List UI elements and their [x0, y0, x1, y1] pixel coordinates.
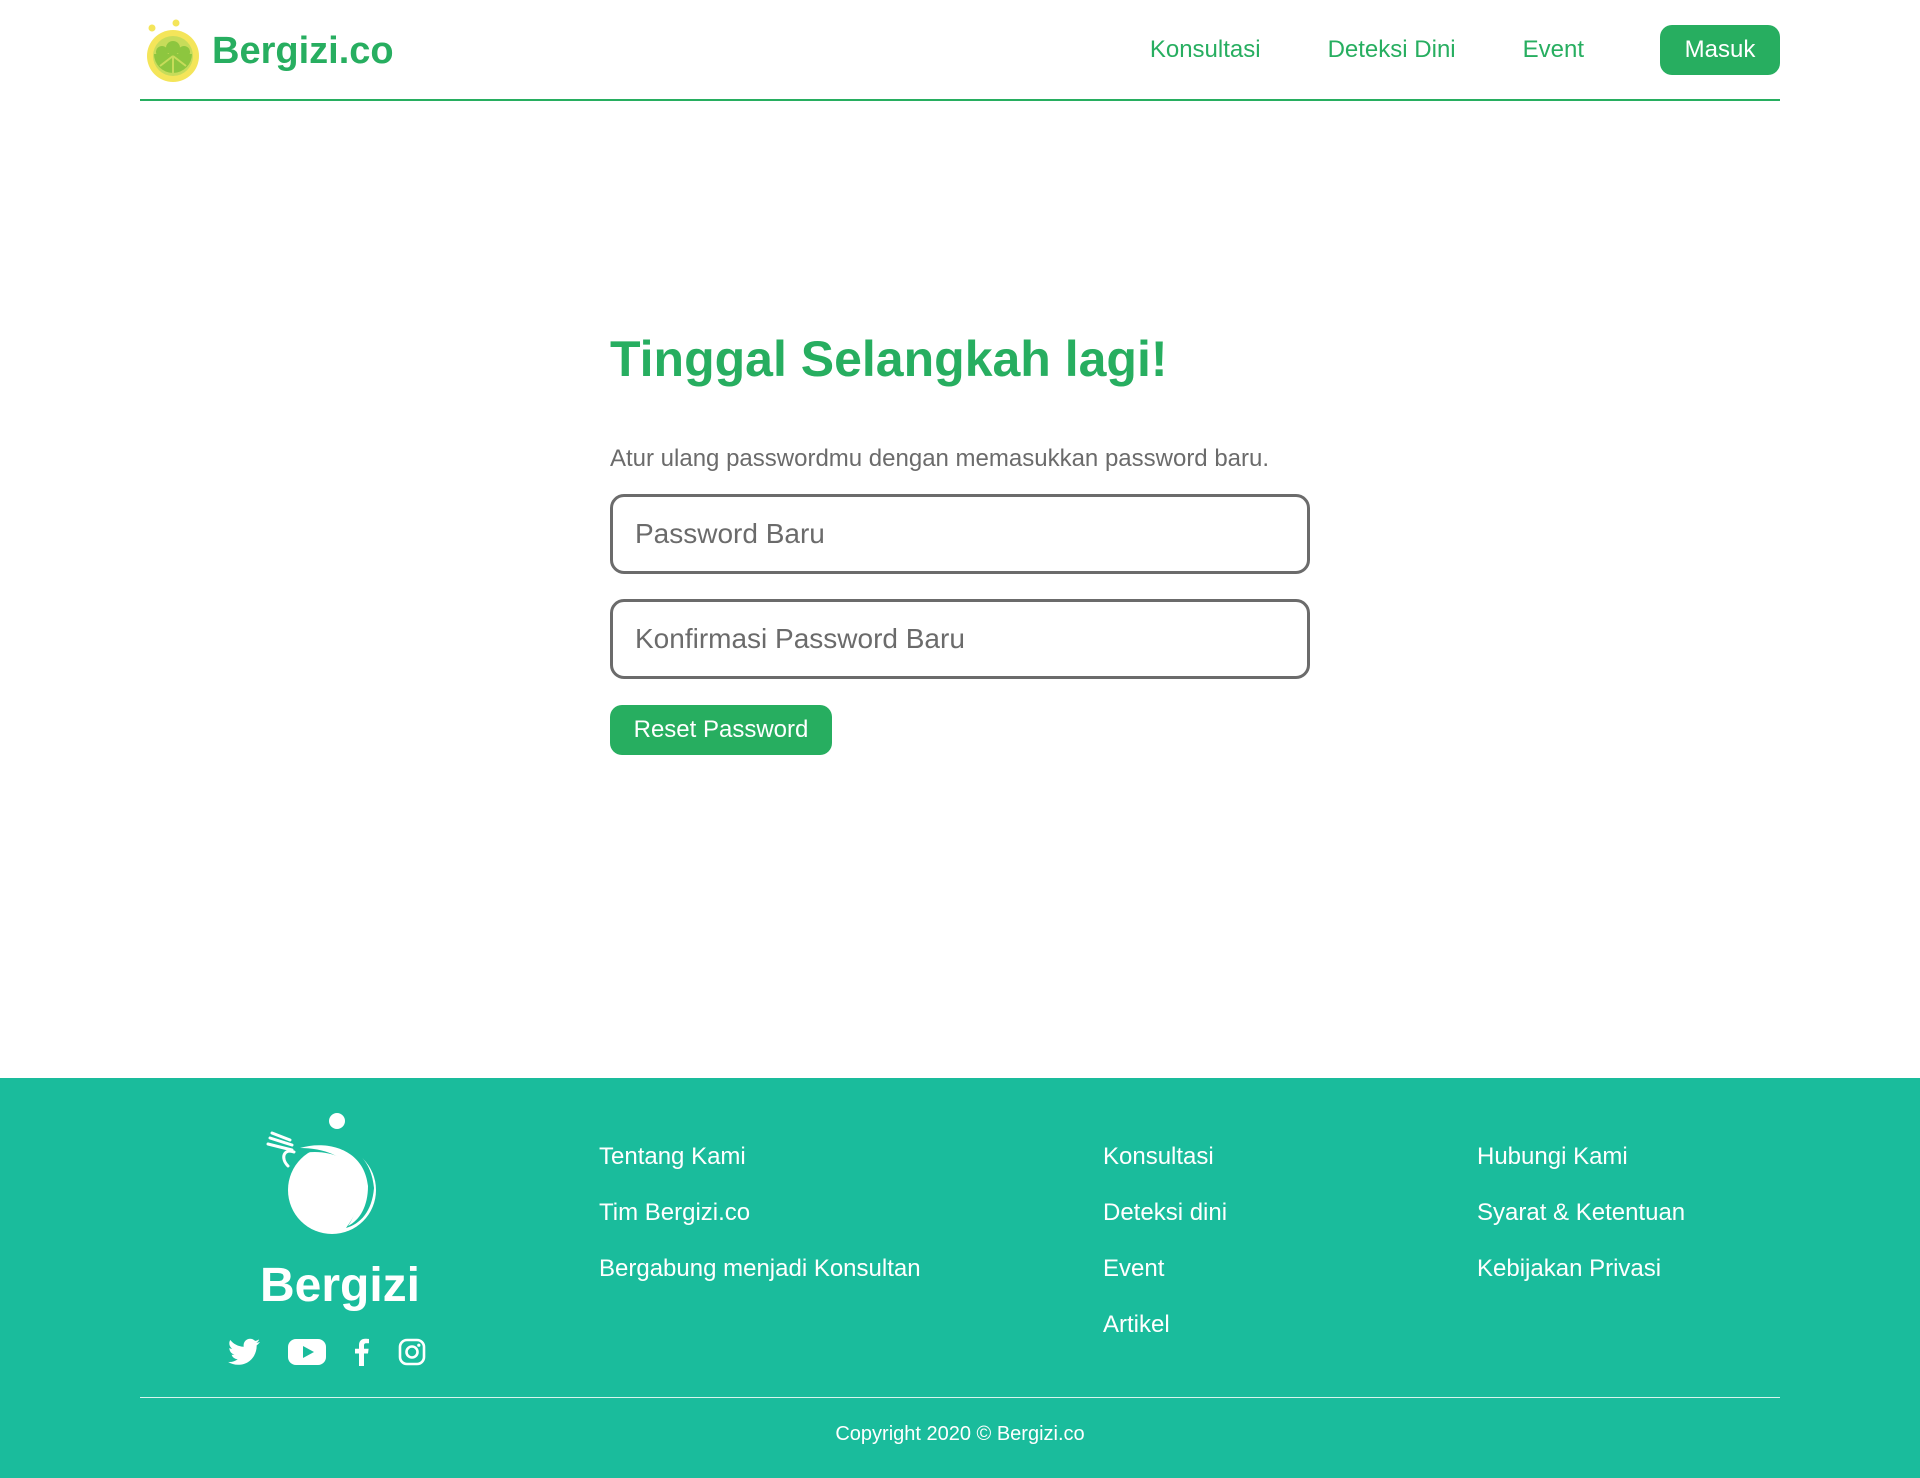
main-nav: Konsultasi Deteksi Dini Event Masuk	[1150, 24, 1780, 76]
footer-link-tim[interactable]: Tim Bergizi.co	[599, 1198, 921, 1228]
footer-column-about: Tentang Kami Tim Bergizi.co Bergabung me…	[599, 1142, 921, 1310]
copyright-text: Copyright 2020 © Bergizi.co	[835, 1423, 1085, 1445]
footer-column-services: Konsultasi Deteksi dini Event Artikel	[1103, 1142, 1227, 1366]
confirm-password-input[interactable]	[610, 599, 1310, 679]
footer-column-info: Hubungi Kami Syarat & Ketentuan Kebijaka…	[1477, 1142, 1685, 1310]
twitter-icon[interactable]	[228, 1338, 260, 1366]
footer-link-bergabung[interactable]: Bergabung menjadi Konsultan	[599, 1254, 921, 1284]
footer-link-hubungi-kami[interactable]: Hubungi Kami	[1477, 1142, 1685, 1172]
footer-link-tentang-kami[interactable]: Tentang Kami	[599, 1142, 921, 1172]
footer-link-deteksi-dini[interactable]: Deteksi dini	[1103, 1198, 1227, 1228]
nav-event[interactable]: Event	[1523, 36, 1584, 64]
lemon-logo-icon	[147, 19, 199, 82]
footer-link-konsultasi[interactable]: Konsultasi	[1103, 1142, 1227, 1172]
facebook-icon[interactable]	[354, 1338, 370, 1366]
reset-password-form: Tinggal Selangkah lagi! Atur ulang passw…	[610, 320, 1310, 755]
nav-deteksi-dini[interactable]: Deteksi Dini	[1328, 36, 1456, 64]
nav-konsultasi[interactable]: Konsultasi	[1150, 36, 1261, 64]
footer-divider	[140, 1397, 1780, 1398]
footer-brand-name: Bergizi	[259, 1259, 421, 1312]
footer-link-event[interactable]: Event	[1103, 1254, 1227, 1284]
brand-name: Bergizi.co	[212, 29, 394, 72]
plate-logo-icon	[266, 1113, 376, 1234]
page-subtitle: Atur ulang passwordmu dengan memasukkan …	[610, 445, 1270, 472]
site-header: Bergizi.co Konsultasi Deteksi Dini Event…	[140, 0, 1780, 101]
page-title: Tinggal Selangkah lagi!	[610, 331, 1168, 387]
instagram-icon[interactable]	[398, 1338, 426, 1366]
footer-link-kebijakan[interactable]: Kebijakan Privasi	[1477, 1254, 1685, 1284]
site-footer: Bergizi Tentang Kami Tim Bergizi.co Berg…	[0, 1078, 1920, 1478]
social-links	[228, 1336, 454, 1368]
youtube-icon[interactable]	[288, 1338, 326, 1366]
new-password-input[interactable]	[610, 494, 1310, 574]
reset-password-button[interactable]: Reset Password	[610, 705, 832, 755]
footer-link-syarat[interactable]: Syarat & Ketentuan	[1477, 1198, 1685, 1228]
footer-link-artikel[interactable]: Artikel	[1103, 1310, 1227, 1340]
login-button[interactable]: Masuk	[1660, 25, 1780, 75]
brand-link[interactable]: Bergizi.co	[140, 18, 394, 84]
